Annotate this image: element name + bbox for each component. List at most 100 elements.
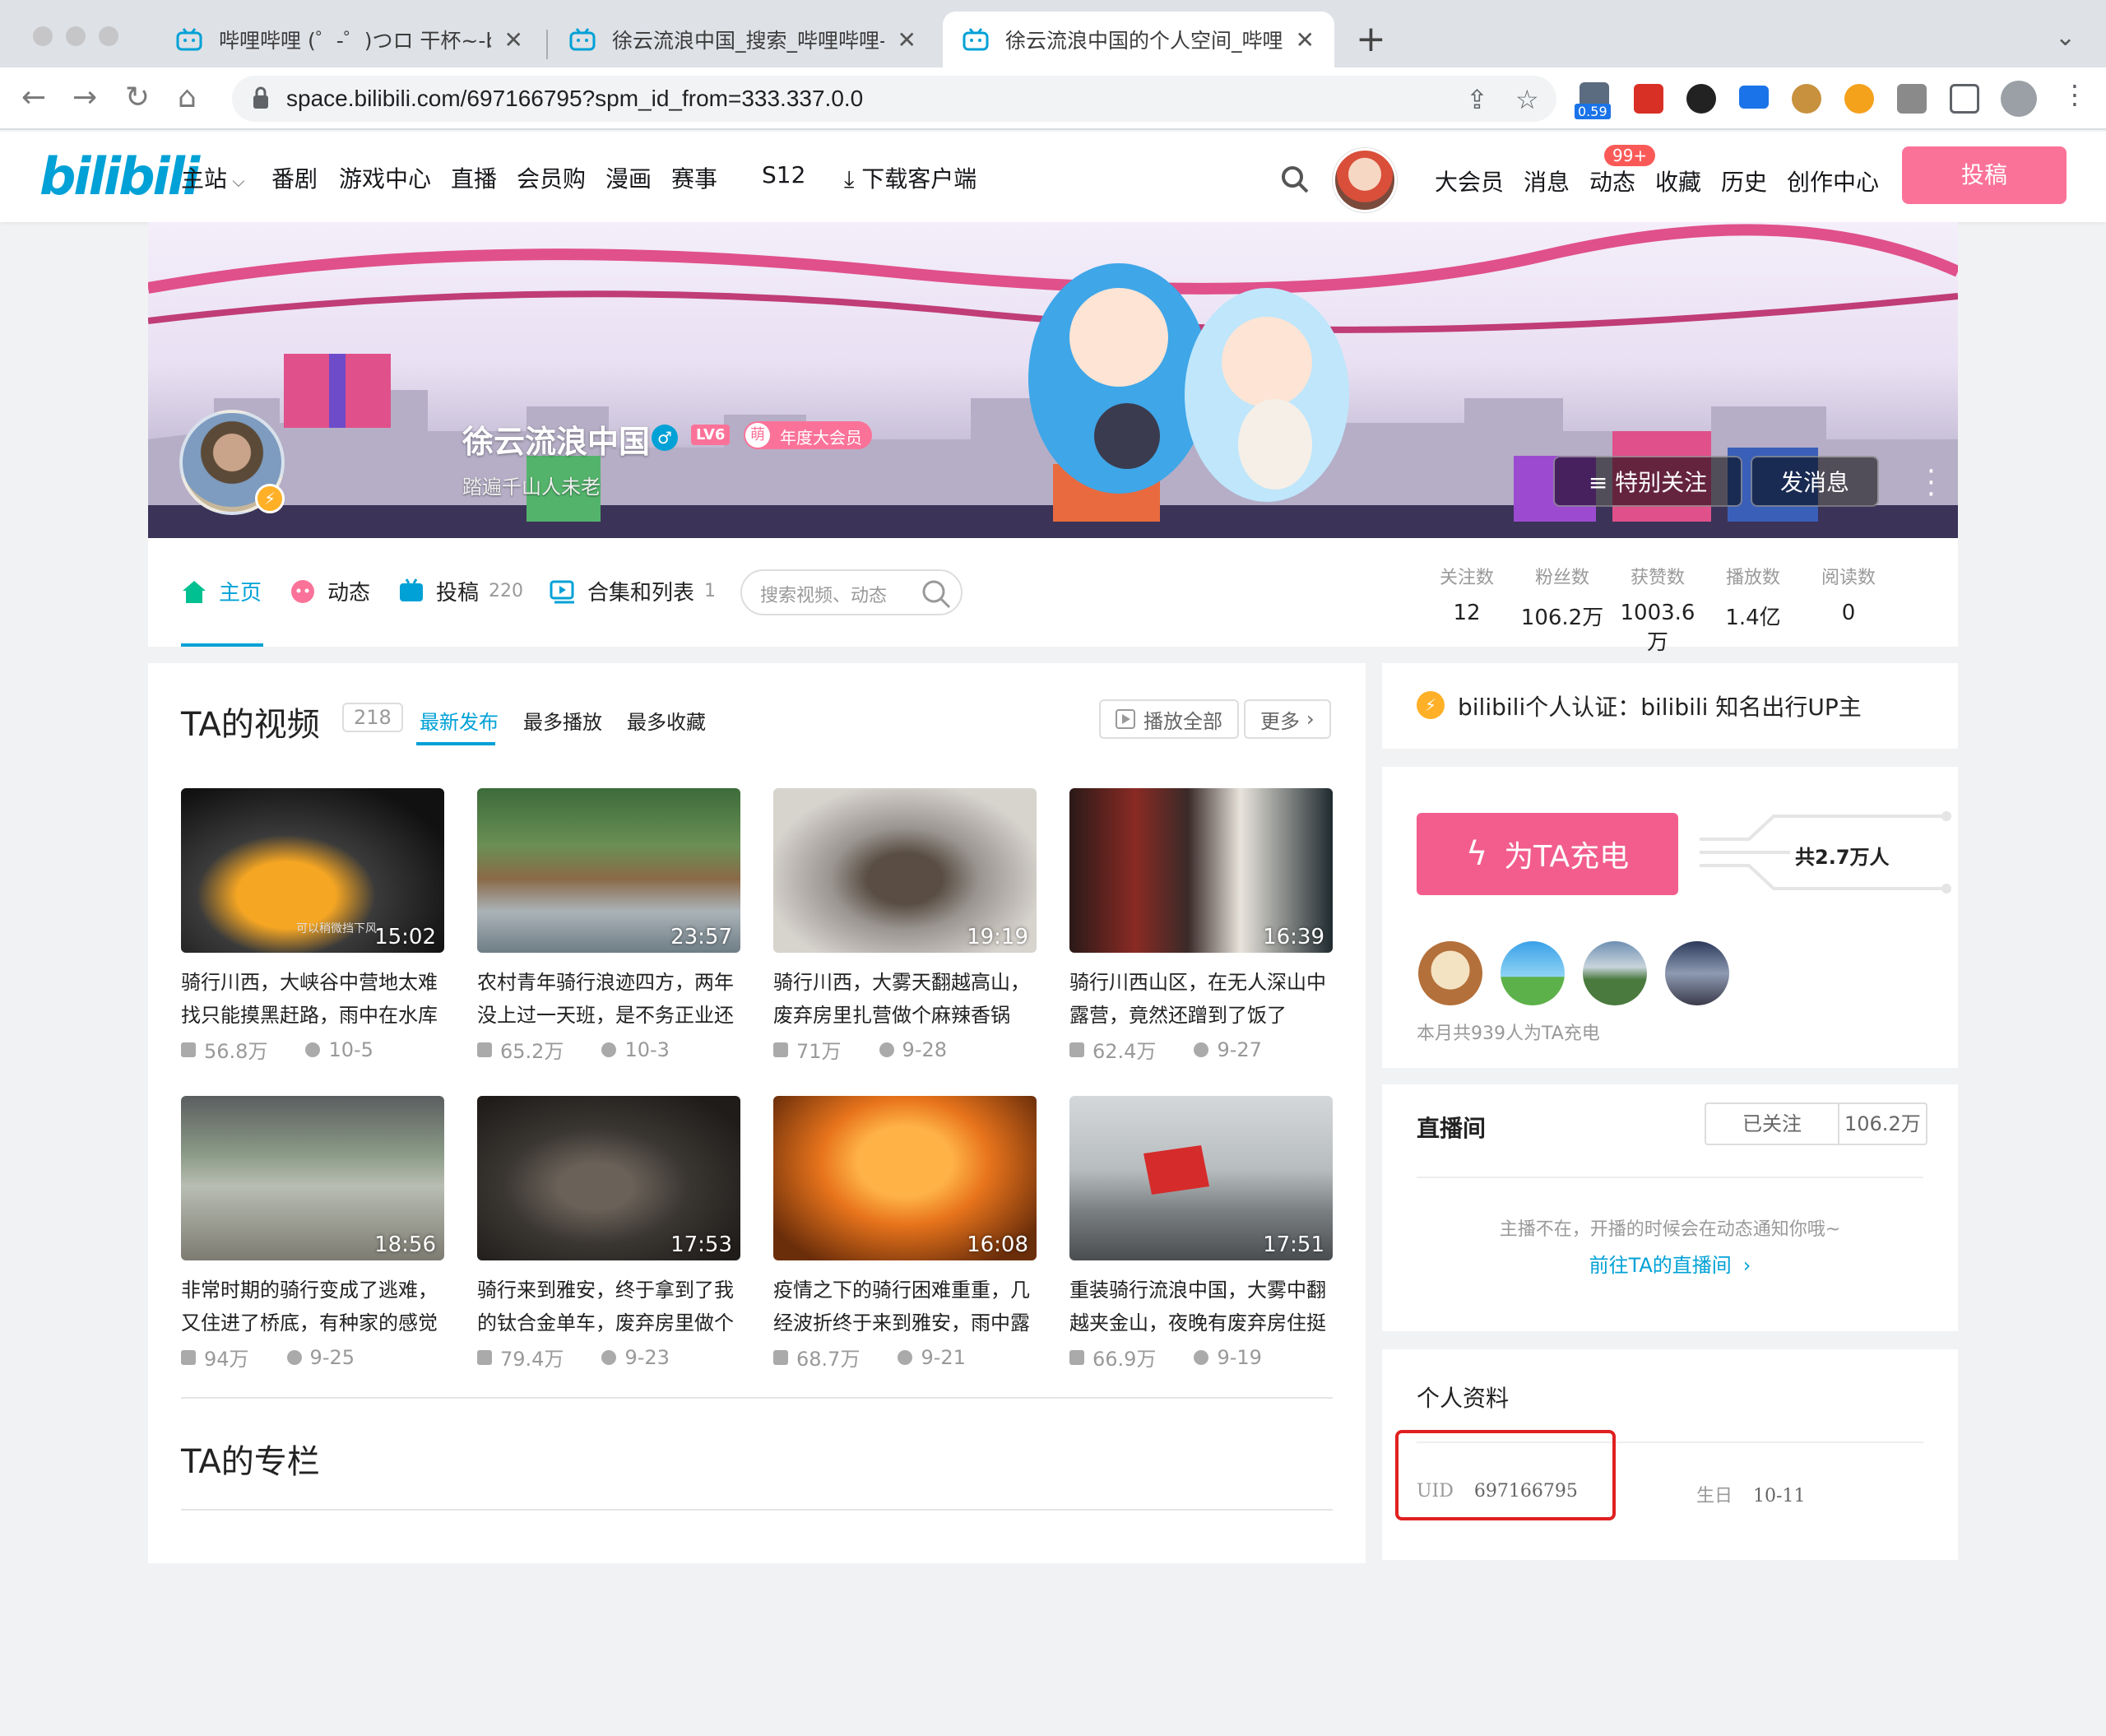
new-tab-icon[interactable]: +: [1356, 18, 1386, 60]
charger-avatar[interactable]: [1583, 941, 1647, 1005]
nav-live[interactable]: 直播: [451, 161, 497, 194]
video-card[interactable]: 17:51 重装骑行流浪中国，大雾中翻越夹金山，夜晚有废弃房住挺 66.9万 9-…: [1069, 1096, 1333, 1372]
video-thumbnail[interactable]: 16:39: [1069, 788, 1333, 953]
more-options-icon[interactable]: · · ·: [1927, 457, 1936, 508]
video-card[interactable]: 23:57 农村青年骑行浪迹四方，两年没上过一天班，是不务正业还 65.2万 10…: [477, 788, 740, 1064]
side-panel-icon[interactable]: [1950, 84, 1979, 114]
video-card[interactable]: 17:53 骑行来到雅安，终于拿到了我的钛合金单车，废弃房里做个 79.4万 9-…: [477, 1096, 740, 1372]
nav-main-site[interactable]: 主站 ⌵: [181, 161, 245, 194]
video-thumbnail[interactable]: 可以稍微挡下风 15:02: [181, 788, 444, 953]
video-title[interactable]: 非常时期的骑行变成了逃难，又住进了桥底，有种家的感觉: [181, 1274, 444, 1339]
videos-count: 218: [342, 703, 403, 732]
window-zoom-button[interactable]: [99, 26, 118, 46]
address-bar[interactable]: space.bilibili.com/697166795?spm_id_from…: [232, 76, 1556, 122]
filter-most-played[interactable]: 最多播放: [523, 706, 602, 735]
bookmark-star-icon[interactable]: ☆: [1515, 84, 1539, 115]
filter-latest[interactable]: 最新发布: [420, 706, 499, 735]
search-icon[interactable]: [920, 578, 953, 610]
nav-mall[interactable]: 会员购: [517, 161, 586, 194]
extensions-puzzle-icon[interactable]: [1897, 84, 1927, 114]
stat-fans[interactable]: 粉丝数 106.2万: [1517, 563, 1607, 631]
tab-close-icon[interactable]: ✕: [898, 26, 916, 53]
charger-avatar[interactable]: [1418, 941, 1482, 1005]
video-card[interactable]: 18:56 非常时期的骑行变成了逃难，又住进了桥底，有种家的感觉 94万 9-25: [181, 1096, 444, 1372]
dynamic-icon: [291, 579, 314, 603]
space-search-input[interactable]: 搜索视频、动态: [740, 569, 963, 615]
more-videos-button[interactable]: 更多 ›: [1244, 699, 1331, 739]
nav-dynamic[interactable]: 动态: [1589, 165, 1635, 197]
video-date: 9-25: [309, 1345, 355, 1369]
video-title[interactable]: 农村青年骑行浪迹四方，两年没上过一天班，是不务正业还: [477, 966, 740, 1032]
profile-avatar-icon[interactable]: [2001, 81, 2037, 117]
browser-tab[interactable]: 徐云流浪中国_搜索_哔哩哔哩-bilibili ✕: [550, 12, 936, 67]
nav-anime[interactable]: 番剧: [271, 161, 318, 194]
video-thumbnail[interactable]: 17:53: [477, 1096, 740, 1260]
video-thumbnail[interactable]: 18:56: [181, 1096, 444, 1260]
nav-esports[interactable]: 赛事: [671, 161, 717, 194]
nav-manga[interactable]: 漫画: [605, 161, 652, 194]
anime-characters-illustration: [1028, 263, 1349, 502]
nav-big-vip[interactable]: 大会员: [1435, 165, 1504, 197]
browser-tab-active[interactable]: 徐云流浪中国的个人空间_哔哩哔哩 ✕: [943, 12, 1334, 67]
user-avatar[interactable]: [1333, 148, 1397, 212]
bilibili-logo[interactable]: bilibili: [39, 146, 200, 207]
send-message-button[interactable]: 发消息: [1751, 456, 1879, 507]
window-minimize-button[interactable]: [66, 26, 86, 46]
extension-face-icon[interactable]: [1686, 84, 1716, 114]
tab-home[interactable]: 主页: [181, 576, 262, 606]
nav-history[interactable]: 历史: [1721, 165, 1767, 197]
extension-k-icon[interactable]: [1844, 84, 1874, 114]
tab-collections[interactable]: 合集和列表 1: [550, 576, 716, 606]
browser-tab[interactable]: 哔哩哔哩 (゜-゜)つロ 干杯~-bilibili ✕: [156, 12, 543, 67]
birthday-label: 生日: [1696, 1486, 1733, 1506]
extension-mail-icon[interactable]: [1634, 84, 1663, 114]
chrome-menu-icon[interactable]: ⋮: [2062, 79, 2088, 110]
charger-avatar[interactable]: [1665, 941, 1729, 1005]
live-followed-button[interactable]: 已关注: [1706, 1104, 1839, 1144]
video-title[interactable]: 骑行川西，大峡谷中营地太难找只能摸黑赶路，雨中在水库: [181, 966, 444, 1032]
charger-avatar[interactable]: [1501, 941, 1565, 1005]
nav-s12[interactable]: S12: [762, 161, 805, 188]
nav-creator-center[interactable]: 创作中心: [1787, 165, 1879, 197]
window-close-button[interactable]: [33, 26, 53, 46]
charge-button[interactable]: ϟ 为TA充电: [1417, 813, 1678, 895]
extension-screen-icon[interactable]: [1739, 86, 1769, 109]
live-room-link[interactable]: 前往TA的直播间 ›: [1382, 1249, 1958, 1278]
video-card[interactable]: 16:08 疫情之下的骑行困难重重，几经波折终于来到雅安，雨中露 68.7万 9-…: [773, 1096, 1037, 1372]
nav-download[interactable]: ⤓ 下载客户端: [844, 161, 976, 194]
tab-close-icon[interactable]: ✕: [504, 26, 523, 53]
search-icon[interactable]: [1280, 165, 1310, 194]
forward-arrow-icon[interactable]: →: [72, 81, 97, 114]
video-title[interactable]: 疫情之下的骑行困难重重，几经波折终于来到雅安，雨中露: [773, 1274, 1037, 1339]
tab-posts[interactable]: 投稿 220: [398, 576, 523, 606]
video-card[interactable]: 可以稍微挡下风 15:02 骑行川西，大峡谷中营地太难找只能摸黑赶路，雨中在水库…: [181, 788, 444, 1064]
back-arrow-icon[interactable]: ←: [21, 81, 46, 114]
filter-most-favorited[interactable]: 最多收藏: [627, 706, 706, 735]
play-all-button[interactable]: 播放全部: [1099, 699, 1239, 739]
video-thumbnail[interactable]: 16:08: [773, 1096, 1037, 1260]
nav-game-center[interactable]: 游戏中心: [339, 161, 431, 194]
vip-badge: 年度大会员: [744, 421, 872, 449]
tab-dynamic[interactable]: 动态: [290, 576, 370, 606]
video-card[interactable]: 19:19 骑行川西，大雾天翻越高山，废弃房里扎营做个麻辣香锅 71万 9-28: [773, 788, 1037, 1064]
gift-box-illustration: [284, 354, 391, 428]
video-thumbnail[interactable]: 23:57: [477, 788, 740, 953]
home-icon[interactable]: ⌂: [178, 81, 197, 114]
extension-cookie-icon[interactable]: [1792, 84, 1821, 114]
video-card[interactable]: 16:39 骑行川西山区，在无人深山中露营，竟然还蹭到了饭了 62.4万 9-27: [1069, 788, 1333, 1064]
video-thumbnail[interactable]: 17:51: [1069, 1096, 1333, 1260]
upload-button[interactable]: 投稿: [1902, 146, 2067, 204]
special-follow-button[interactable]: ≡ 特别关注: [1553, 456, 1742, 507]
video-title[interactable]: 骑行川西，大雾天翻越高山，废弃房里扎营做个麻辣香锅: [773, 966, 1037, 1032]
tab-search-chevron-icon[interactable]: ⌄: [2055, 23, 2076, 52]
share-icon[interactable]: ⇪: [1466, 84, 1488, 115]
reload-icon[interactable]: ↻: [125, 81, 150, 114]
nav-favorites[interactable]: 收藏: [1655, 165, 1701, 197]
video-thumbnail[interactable]: 19:19: [773, 788, 1037, 953]
tab-close-icon[interactable]: ✕: [1296, 26, 1315, 53]
nav-messages[interactable]: 消息: [1524, 165, 1570, 197]
video-title[interactable]: 骑行川西山区，在无人深山中露营，竟然还蹭到了饭了: [1069, 966, 1333, 1032]
video-title[interactable]: 骑行来到雅安，终于拿到了我的钛合金单车，废弃房里做个: [477, 1274, 740, 1339]
video-title[interactable]: 重装骑行流浪中国，大雾中翻越夹金山，夜晚有废弃房住挺: [1069, 1274, 1333, 1339]
stat-following[interactable]: 关注数 12: [1422, 563, 1512, 625]
